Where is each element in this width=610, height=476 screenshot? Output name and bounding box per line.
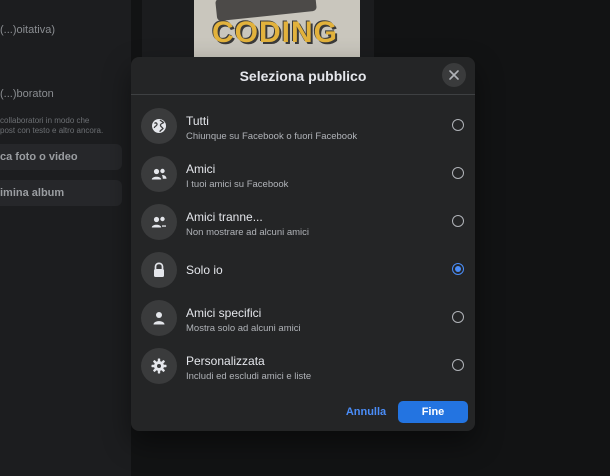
option-description: Non mostrare ad alcuni amici — [186, 227, 310, 238]
cancel-button[interactable]: Annulla — [345, 403, 387, 421]
option-radio[interactable] — [452, 119, 464, 131]
option-only-me[interactable]: Solo io — [141, 248, 469, 292]
option-radio[interactable] — [452, 311, 464, 323]
option-label: Tutti — [186, 114, 209, 128]
album-cover-image: CODING — [194, 0, 360, 58]
option-label: Amici tranne... — [186, 210, 263, 224]
modal-title: Seleziona pubblico — [239, 68, 367, 84]
header-divider — [131, 94, 475, 95]
modal-header: Seleziona pubblico — [131, 57, 475, 94]
option-label: Amici specifici — [186, 306, 262, 320]
option-radio-selected[interactable] — [452, 263, 464, 275]
option-description: I tuoi amici su Facebook — [186, 179, 289, 190]
option-description: Chiunque su Facebook o fuori Facebook — [186, 131, 358, 142]
collaborators-label: (...)boraton — [0, 88, 54, 100]
person-icon — [153, 312, 165, 325]
option-radio[interactable] — [452, 215, 464, 227]
option-radio[interactable] — [452, 359, 464, 371]
visibility-label: (...)oitativa) — [0, 24, 56, 36]
album-cover-text: CODING — [212, 16, 338, 49]
add-photo-video-button: ca foto o video — [0, 144, 122, 170]
option-label: Solo io — [186, 263, 223, 277]
option-radio[interactable] — [452, 167, 464, 179]
background-left-panel: (...)oitativa) (...)boraton collaborator… — [0, 0, 131, 476]
option-friends-except[interactable]: Amici tranne... Non mostrare ad alcuni a… — [141, 200, 469, 244]
friends-except-icon — [151, 216, 167, 229]
option-icon-wrap — [141, 156, 177, 192]
audience-modal: Seleziona pubblico Tutti Chiunque su Fac… — [131, 57, 475, 431]
option-friends[interactable]: Amici I tuoi amici su Facebook — [141, 152, 469, 196]
option-public[interactable]: Tutti Chiunque su Facebook o fuori Faceb… — [141, 104, 469, 148]
close-icon — [449, 70, 459, 80]
option-icon-wrap — [141, 348, 177, 384]
option-label: Amici — [186, 162, 216, 176]
globe-icon — [152, 119, 166, 133]
option-icon-wrap — [141, 300, 177, 336]
option-specific-friends[interactable]: Amici specifici Mostra solo ad alcuni am… — [141, 296, 469, 340]
lock-icon — [154, 262, 164, 277]
option-custom[interactable]: Personalizzata Includi ed escludi amici … — [141, 344, 469, 388]
gear-icon — [151, 358, 167, 374]
option-description: Includi ed escludi amici e liste — [186, 371, 312, 382]
friends-icon — [151, 168, 167, 180]
option-description: Mostra solo ad alcuni amici — [186, 323, 301, 334]
option-icon-wrap — [141, 204, 177, 240]
collaborators-hint: collaboratori in modo che post con testo… — [0, 116, 104, 135]
option-label: Personalizzata — [186, 354, 265, 368]
done-button[interactable]: Fine — [398, 401, 468, 423]
option-icon-wrap — [141, 252, 177, 288]
delete-album-button: imina album — [0, 180, 122, 206]
option-icon-wrap — [141, 108, 177, 144]
close-button[interactable] — [442, 63, 466, 87]
